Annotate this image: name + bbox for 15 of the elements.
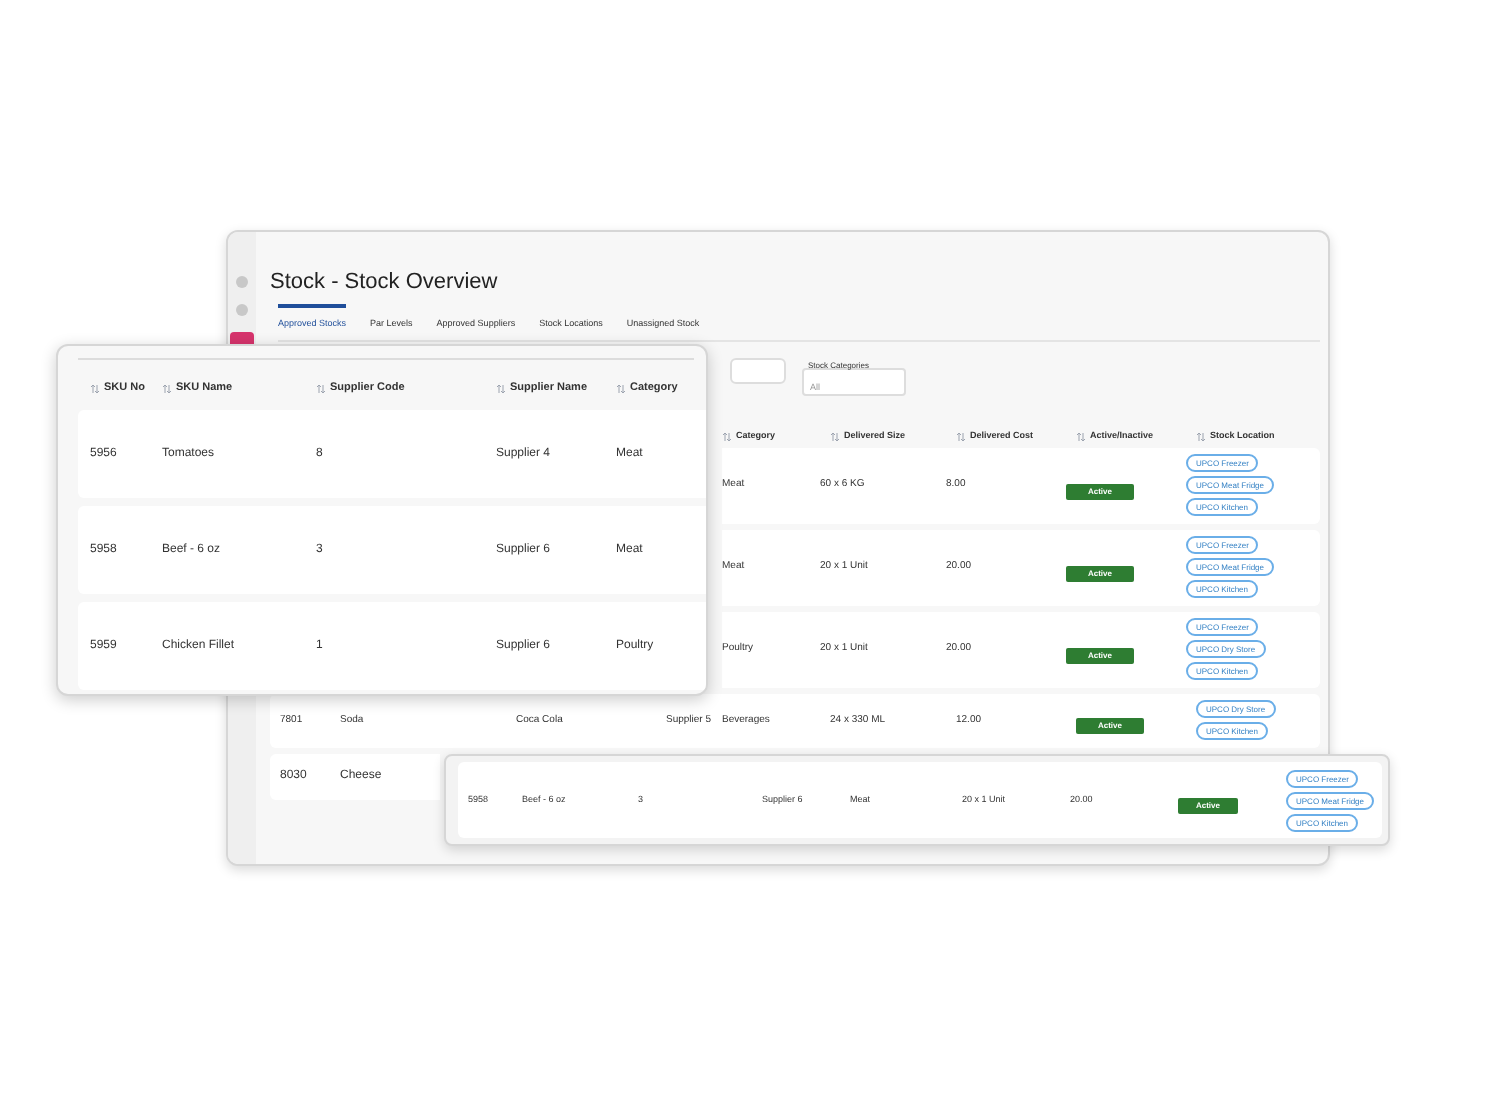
sort-icon	[90, 383, 100, 393]
filter-field[interactable]	[730, 357, 786, 384]
sidebar-item[interactable]	[236, 276, 248, 288]
page-title: Stock - Stock Overview	[270, 268, 498, 296]
sort-icon	[616, 383, 626, 393]
sort-icon	[830, 431, 840, 442]
sort-icon	[316, 383, 326, 393]
sort-icon	[722, 431, 732, 442]
sort-icon	[1076, 431, 1086, 442]
sidebar-item[interactable]	[236, 304, 248, 316]
sort-icon	[1196, 431, 1206, 442]
sidebar-item[interactable]	[230, 332, 254, 344]
sort-icon	[956, 431, 966, 442]
sort-icon	[162, 383, 172, 393]
sort-icon	[496, 383, 506, 393]
